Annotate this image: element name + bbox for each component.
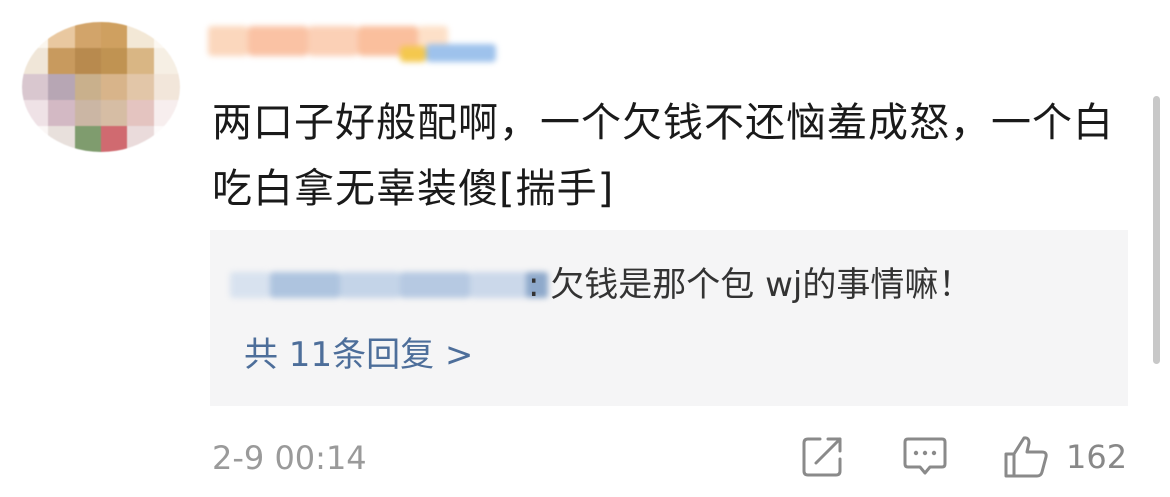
reply-preview[interactable]: : 欠钱是那个包 wj的事情嘛！ 共 11条回复 > (210, 230, 1128, 406)
share-button[interactable] (800, 432, 844, 482)
avatar-image (22, 22, 180, 152)
like-count: 162 (1066, 438, 1128, 476)
username-redacted (308, 26, 358, 56)
reply-username-redacted (270, 272, 340, 298)
like-button[interactable]: 162 (1002, 432, 1127, 482)
user-badge-redacted (400, 46, 426, 62)
reply-username-redacted (230, 272, 270, 298)
comment-text: 两口子好般配啊，一个欠钱不还恼羞成怒，一个白吃白拿无辜装傻[揣手] (212, 100, 1114, 212)
comment-timestamp: 2-9 00:14 (212, 439, 367, 477)
user-badge-redacted (426, 44, 496, 62)
view-all-replies-link[interactable]: 共 11条回复 > (244, 332, 473, 378)
comment-button[interactable] (902, 432, 948, 482)
reply-username-redacted (340, 272, 400, 298)
username-redacted (248, 26, 308, 56)
reply-username-redacted (400, 272, 470, 298)
reply-username-redacted (470, 272, 530, 298)
avatar[interactable] (22, 22, 180, 152)
reply-username[interactable] (230, 262, 548, 308)
username[interactable] (208, 20, 508, 66)
scrollbar[interactable] (1153, 96, 1160, 364)
reply-text: : 欠钱是那个包 wj的事情嘛！ (528, 265, 973, 305)
share-icon (802, 437, 842, 477)
username-redacted (208, 26, 248, 56)
comment-icon (903, 437, 947, 475)
thumbs-up-icon (1004, 436, 1048, 478)
